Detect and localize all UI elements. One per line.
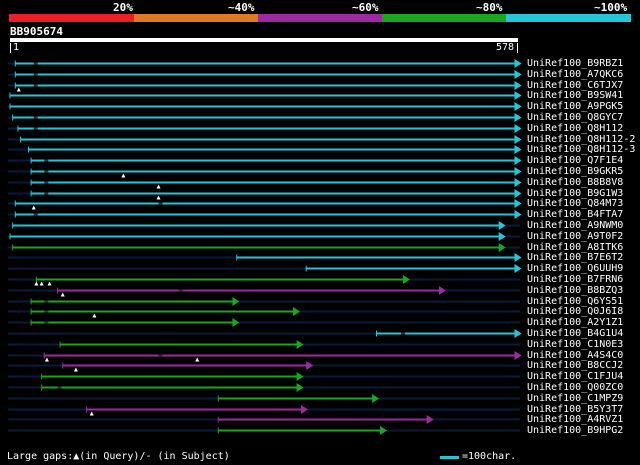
hit-arrowhead	[514, 59, 522, 68]
hit-arrowhead	[514, 351, 522, 360]
hit-label[interactable]: UniRef100_B7FRN6	[527, 274, 623, 285]
hit-label[interactable]: UniRef100_A7QKC6	[527, 69, 623, 80]
hit-arrowhead	[514, 156, 522, 165]
hit-label[interactable]: UniRef100_A4RVZ1	[527, 414, 623, 425]
hit-arrowhead	[498, 243, 506, 252]
hit-arrowhead	[514, 329, 522, 338]
hit-arrowhead	[380, 426, 388, 435]
query-gap-marker	[89, 411, 94, 416]
hit-label[interactable]: UniRef100_Q8H112-3	[527, 144, 635, 155]
hit-arrowhead	[514, 145, 522, 154]
query-gap-marker	[60, 292, 65, 297]
hit-arrowhead	[514, 91, 522, 100]
query-gap-marker	[39, 281, 44, 286]
hit-label[interactable]: UniRef100_A9NWM0	[527, 220, 623, 231]
query-gap-marker	[156, 184, 161, 189]
query-gap-marker	[47, 281, 52, 286]
hit-label[interactable]: UniRef100_B8CCJ2	[527, 360, 623, 371]
hit-label[interactable]: UniRef100_A2Y1Z1	[527, 317, 623, 328]
hit-arrowhead	[426, 415, 434, 424]
scale-label: =100char.	[462, 451, 517, 462]
hit-label[interactable]: UniRef100_B4G1U4	[527, 328, 623, 339]
hit-label[interactable]: UniRef100_Q6UUH9	[527, 263, 623, 274]
hit-arrowhead	[438, 286, 446, 295]
hit-arrowhead	[514, 113, 522, 122]
hit-label[interactable]: UniRef100_B4FTA7	[527, 209, 623, 220]
hit-label[interactable]: UniRef100_B7E6T2	[527, 252, 623, 263]
hit-arrowhead	[514, 70, 522, 79]
hit-label[interactable]: UniRef100_C1MPZ9	[527, 393, 623, 404]
hit-arrowhead	[300, 405, 308, 414]
hit-label[interactable]: UniRef100_Q8GYC7	[527, 112, 623, 123]
hit-label[interactable]: UniRef100_A9T0F2	[527, 231, 623, 242]
hit-label[interactable]: UniRef100_Q84M73	[527, 198, 623, 209]
hit-arrowhead	[498, 221, 506, 230]
hit-arrowhead	[514, 135, 522, 144]
query-gap-marker	[156, 195, 161, 200]
hit-arrowhead	[306, 361, 314, 370]
hit-label[interactable]: UniRef100_B8BZQ3	[527, 285, 623, 296]
hit-arrowhead	[514, 81, 522, 90]
query-gap-marker	[195, 357, 200, 362]
hit-arrowhead	[514, 199, 522, 208]
hit-arrowhead	[296, 383, 304, 392]
hit-arrowhead	[514, 167, 522, 176]
hit-label[interactable]: UniRef100_B9SW41	[527, 90, 623, 101]
hit-arrowhead	[293, 307, 301, 316]
hit-arrowhead	[514, 210, 522, 219]
hit-arrowhead	[514, 253, 522, 262]
scale-bar	[440, 456, 459, 459]
hit-arrowhead	[514, 189, 522, 198]
hit-arrowhead	[296, 340, 304, 349]
query-gap-marker	[44, 357, 49, 362]
hit-arrowhead	[296, 372, 304, 381]
hit-label[interactable]: UniRef100_Q7F1E4	[527, 155, 623, 166]
hit-arrowhead	[232, 297, 240, 306]
hit-label[interactable]: UniRef100_B9GKR5	[527, 166, 623, 177]
hit-arrowhead	[372, 394, 380, 403]
hit-arrowhead	[514, 102, 522, 111]
hit-label[interactable]: UniRef100_C1FJU4	[527, 371, 623, 382]
hit-label[interactable]: UniRef100_Q0J6I8	[527, 306, 623, 317]
query-gap-marker	[121, 173, 126, 178]
query-gap-marker	[73, 367, 78, 372]
hit-label[interactable]: UniRef100_B8B8V8	[527, 177, 623, 188]
query-gap-marker	[34, 281, 39, 286]
hit-arrowhead	[402, 275, 410, 284]
hit-arrowhead	[514, 264, 522, 273]
hit-arrowhead	[232, 318, 240, 327]
hit-arrowhead	[514, 178, 522, 187]
hit-label[interactable]: UniRef100_B9RBZ1	[527, 58, 623, 69]
hit-arrowhead	[514, 124, 522, 133]
hit-label[interactable]: UniRef100_A9PGK5	[527, 101, 623, 112]
hit-arrowhead	[498, 232, 506, 241]
query-gap-marker	[16, 87, 21, 92]
query-gap-marker	[31, 205, 36, 210]
hit-label[interactable]: UniRef100_B9HPG2	[527, 425, 623, 436]
hit-label[interactable]: UniRef100_Q00ZC0	[527, 382, 623, 393]
gap-legend: Large gaps:▲(in Query)/- (in Subject)	[7, 451, 230, 462]
hit-label[interactable]: UniRef100_Q8H112	[527, 123, 623, 134]
hit-label[interactable]: UniRef100_C1N0E3	[527, 339, 623, 350]
query-gap-marker	[92, 313, 97, 318]
